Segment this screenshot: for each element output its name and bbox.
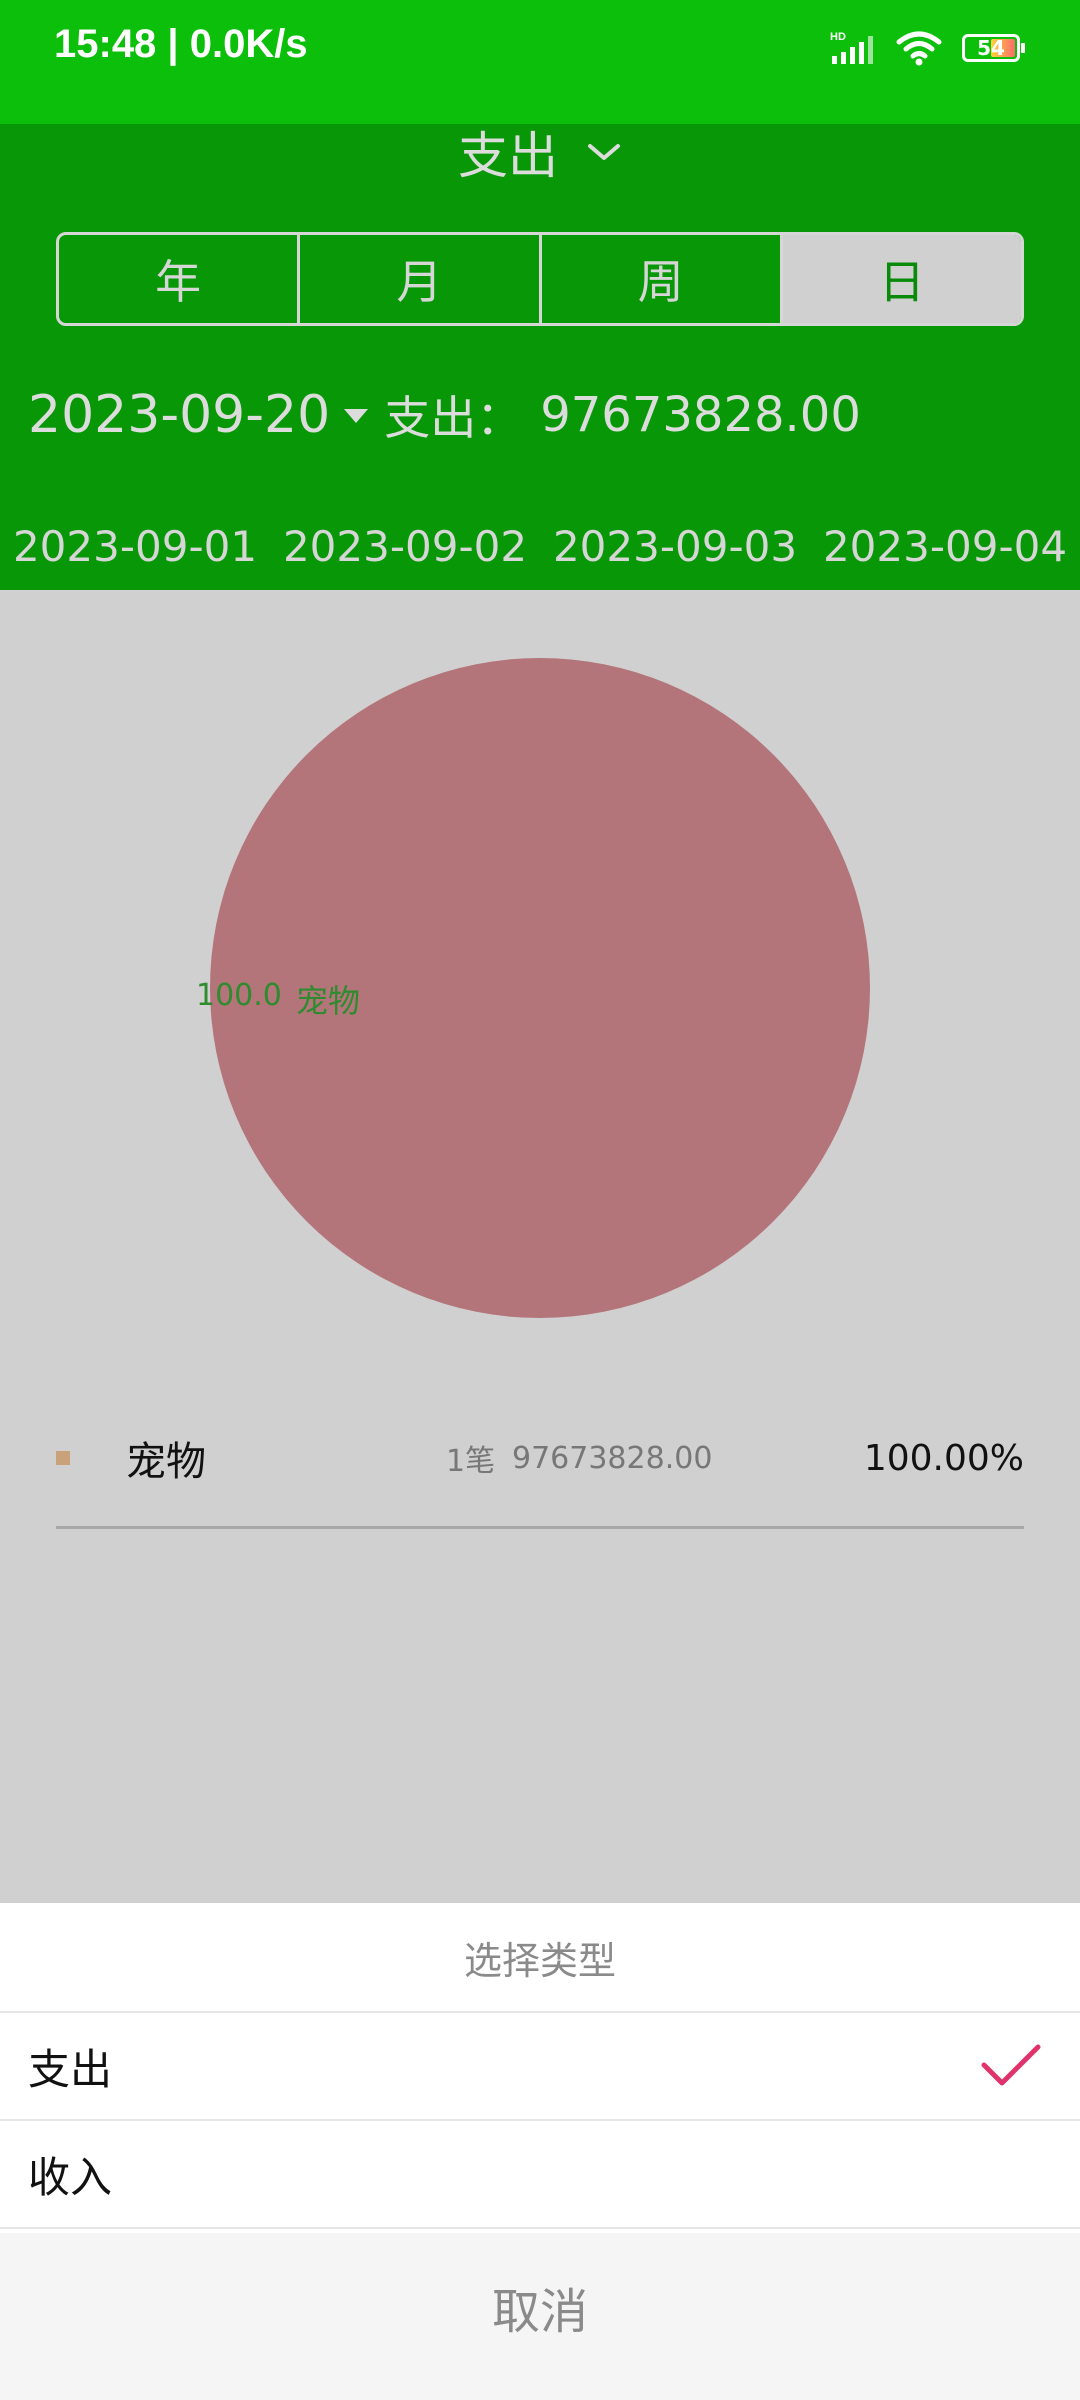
svg-text:HD: HD	[830, 31, 846, 43]
segment-year[interactable]: 年	[59, 235, 301, 323]
main-content: 100.0 宠物 宠物 1笔 97673828.00 100.00%	[0, 590, 1080, 1903]
date-tab[interactable]: 2023-09-01	[13, 522, 257, 571]
chevron-down-icon	[588, 144, 620, 160]
caret-down-icon[interactable]	[342, 405, 370, 425]
legend-percent: 100.00%	[863, 1437, 1024, 1479]
battery-level: 54	[977, 36, 1005, 60]
legend-swatch	[56, 1451, 70, 1465]
option-expense[interactable]: 支出	[0, 2013, 1080, 2121]
segment-month[interactable]: 月	[300, 235, 542, 323]
expense-total: 97673828.00	[540, 387, 861, 443]
status-icons: HD 54	[808, 30, 1025, 66]
option-label: 支出	[28, 2044, 113, 2094]
check-icon	[981, 2044, 1041, 2086]
divider	[56, 1526, 1024, 1529]
current-date[interactable]: 2023-09-20	[28, 385, 330, 445]
legend-name: 宠物	[126, 1439, 206, 1485]
date-tabs: 2023-09-01 2023-09-02 2023-09-03 2023-09…	[0, 506, 1080, 586]
segment-week[interactable]: 周	[542, 235, 783, 323]
signal-icon: HD	[830, 31, 873, 64]
pie-slice-value-label: 100.0	[196, 978, 282, 1013]
legend-row[interactable]: 宠物 1笔 97673828.00 100.00%	[56, 1410, 1024, 1506]
status-time: 15:48 | 0.0K/s	[54, 22, 308, 66]
date-tab[interactable]: 2023-09-02	[283, 522, 527, 571]
status-bar: 15:48 | 0.0K/s HD 54	[0, 0, 1080, 124]
date-tab[interactable]: 2023-09-03	[553, 522, 797, 571]
cancel-button[interactable]: 取消	[0, 2233, 1080, 2400]
option-income[interactable]: 收入	[0, 2121, 1080, 2229]
type-title: 支出	[458, 127, 558, 185]
type-selector[interactable]: 支出	[0, 124, 1080, 185]
legend-count: 1笔	[446, 1444, 496, 1479]
date-tab[interactable]: 2023-09-04	[823, 522, 1067, 571]
header: 支出 年 月 周 日 2023-09-20 支出： 97673828.00 20…	[0, 124, 1080, 590]
sheet-title: 选择类型	[0, 1903, 1080, 2013]
option-label: 收入	[28, 2152, 113, 2202]
legend-amount: 97673828.00	[512, 1440, 713, 1476]
period-segmented-control: 年 月 周 日	[56, 232, 1024, 326]
date-summary-row: 2023-09-20 支出： 97673828.00	[28, 382, 861, 448]
expense-label: 支出：	[384, 391, 523, 445]
type-picker-sheet: 选择类型 支出 收入 取消	[0, 1903, 1080, 2400]
wifi-icon	[896, 31, 942, 66]
pie-slice-name-label: 宠物	[296, 982, 361, 1020]
pie-chart	[210, 658, 870, 1318]
segment-day[interactable]: 日	[782, 235, 1021, 323]
battery-icon: 54	[962, 34, 1025, 62]
